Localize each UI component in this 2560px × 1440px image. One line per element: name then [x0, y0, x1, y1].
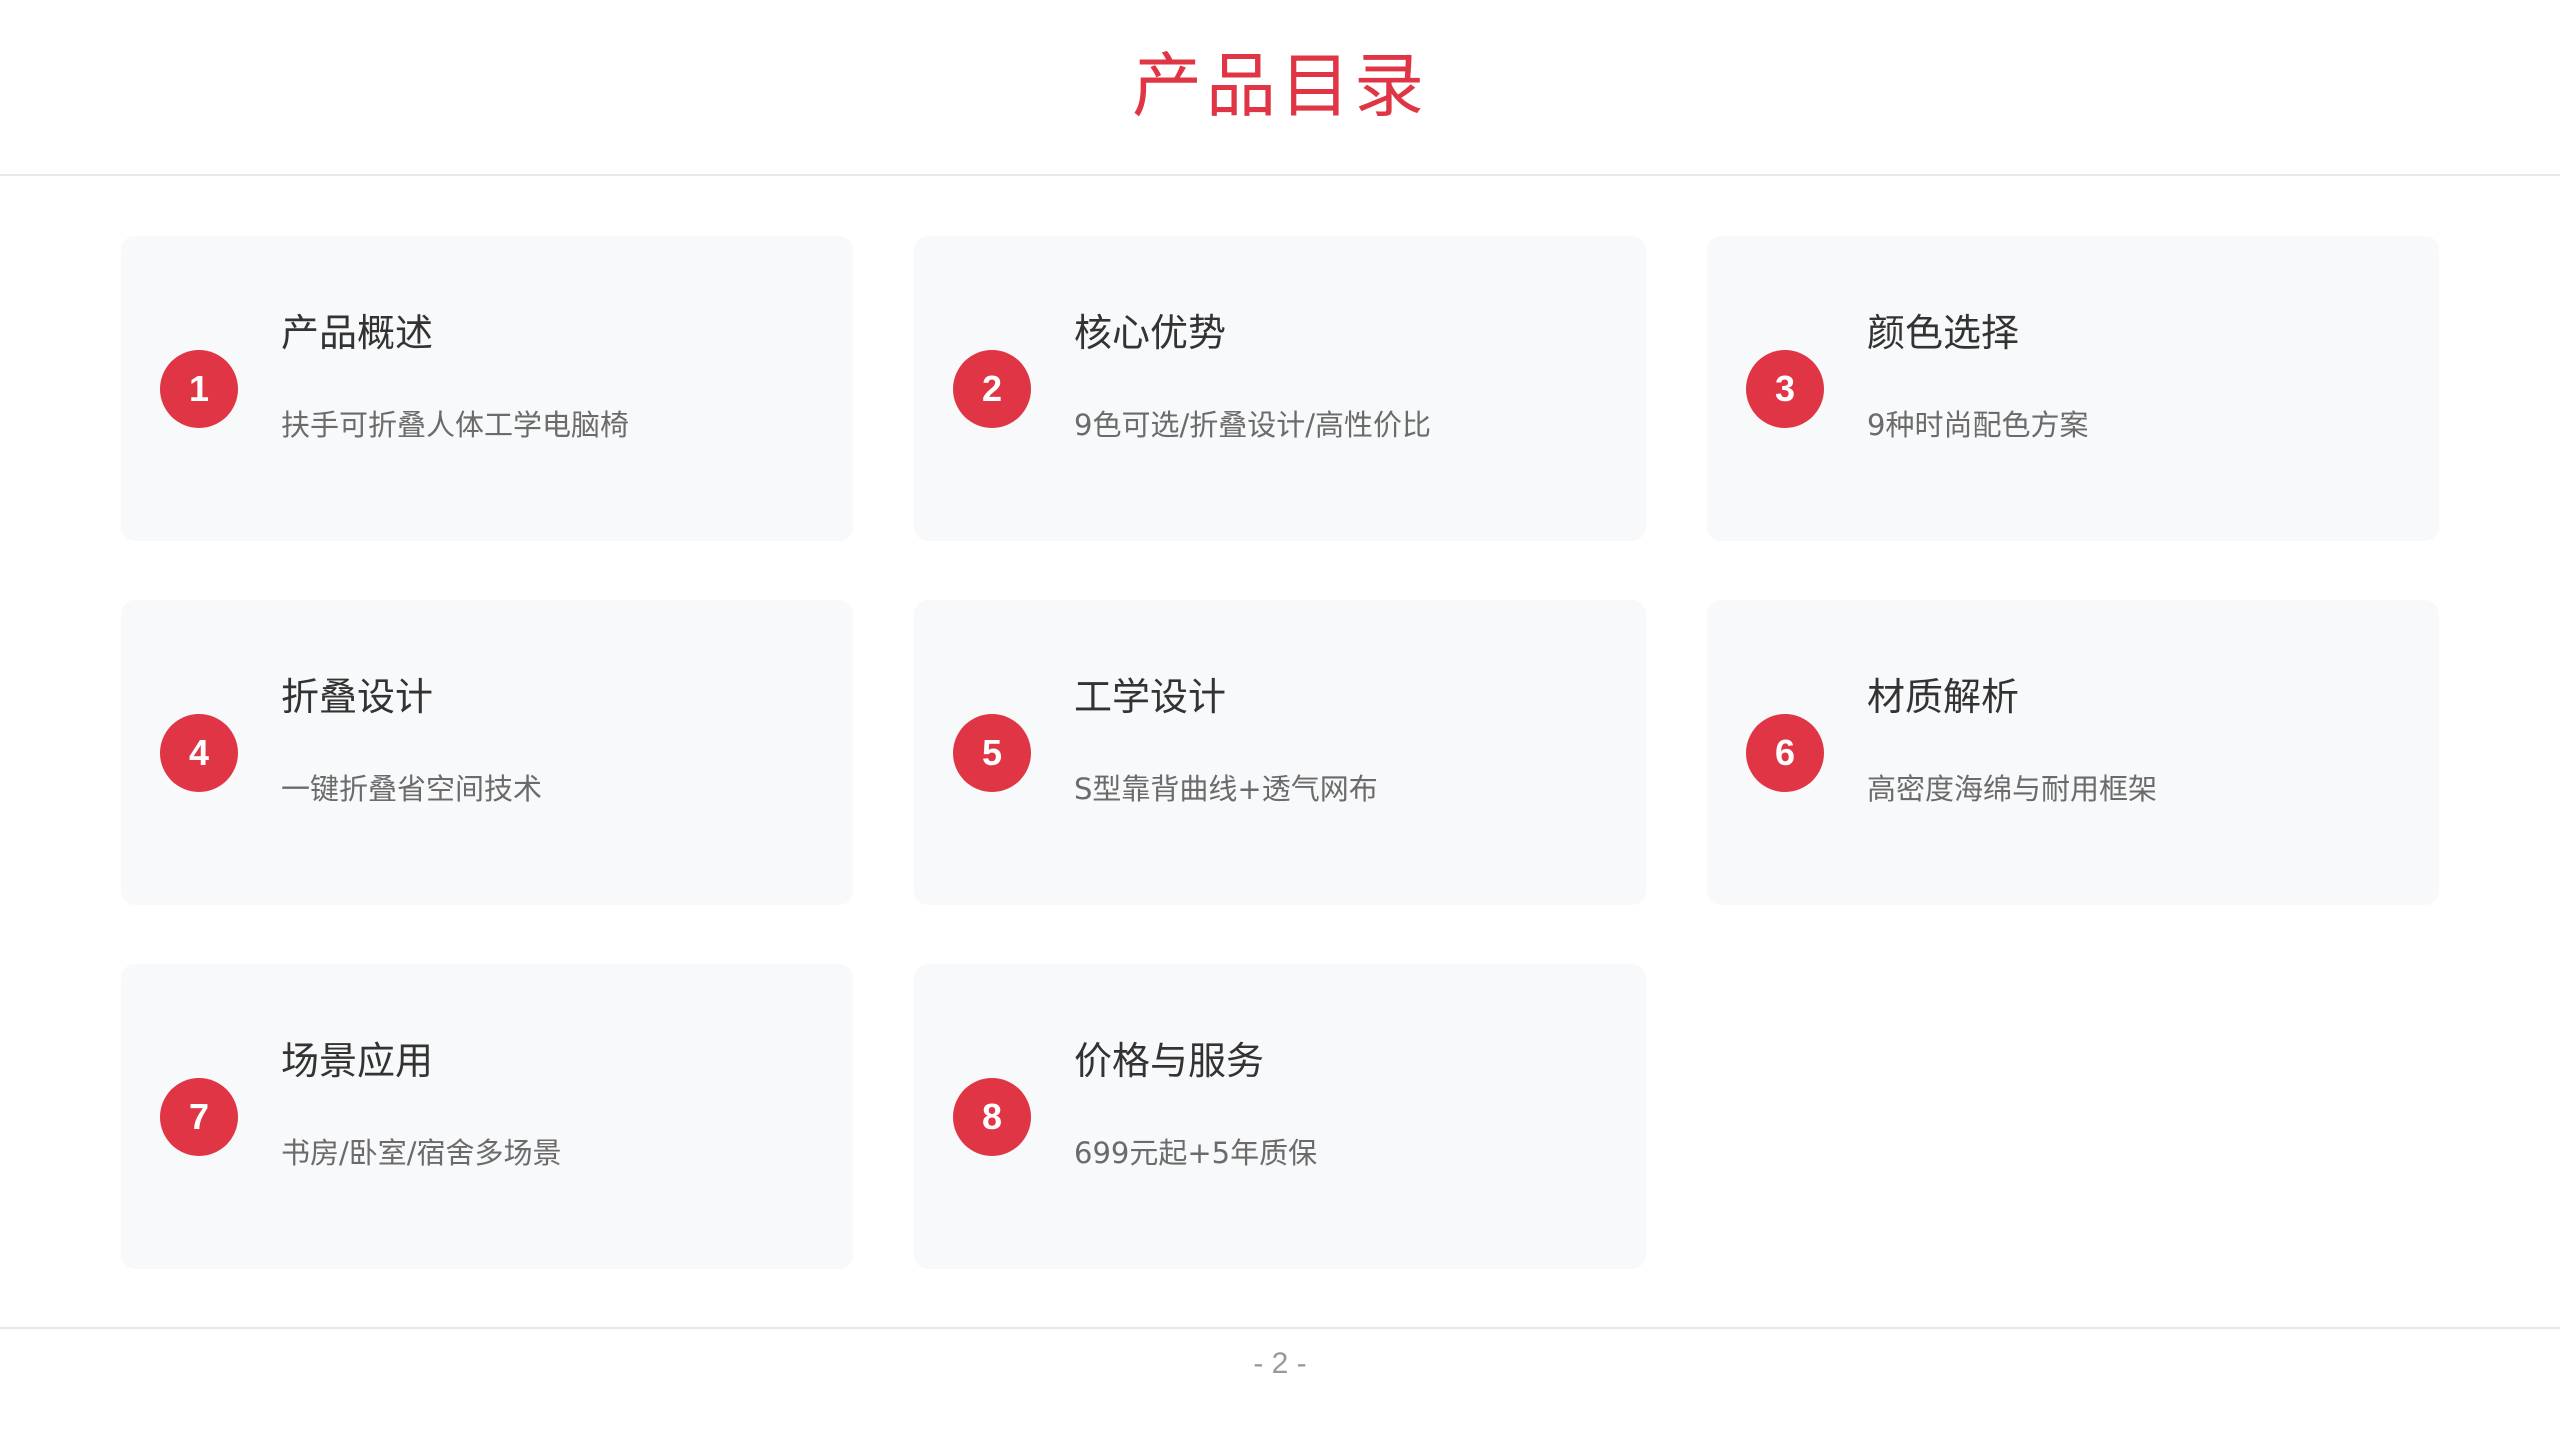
card-title: 价格与服务: [1074, 1039, 1265, 1083]
catalog-card-1[interactable]: 1 产品概述 扶手可折叠人体工学电脑椅: [121, 236, 853, 541]
page-title: 产品目录: [1132, 44, 1428, 127]
number-badge: 4: [160, 714, 238, 792]
number-badge: 8: [953, 1078, 1031, 1156]
catalog-card-3[interactable]: 3 颜色选择 9种时尚配色方案: [1707, 236, 2439, 541]
number-badge: 3: [1746, 350, 1824, 428]
page: 产品目录 1 产品概述 扶手可折叠人体工学电脑椅 2 核心优势 9色可选/折叠设…: [0, 0, 2560, 1440]
card-description: 一键折叠省空间技术: [281, 772, 543, 806]
card-description: 699元起+5年质保: [1074, 1136, 1318, 1170]
card-description: 9色可选/折叠设计/高性价比: [1074, 408, 1431, 442]
card-description: 扶手可折叠人体工学电脑椅: [281, 408, 630, 442]
catalog-grid: 1 产品概述 扶手可折叠人体工学电脑椅 2 核心优势 9色可选/折叠设计/高性价…: [121, 236, 2441, 1269]
card-title: 场景应用: [281, 1039, 434, 1083]
page-number: - 2 -: [1253, 1346, 1307, 1380]
card-title: 颜色选择: [1867, 311, 2020, 355]
catalog-card-4[interactable]: 4 折叠设计 一键折叠省空间技术: [121, 600, 853, 905]
catalog-card-7[interactable]: 7 场景应用 书房/卧室/宿舍多场景: [121, 964, 853, 1269]
footer: - 2 -: [0, 1327, 2560, 1440]
number-badge: 2: [953, 350, 1031, 428]
catalog-card-8[interactable]: 8 价格与服务 699元起+5年质保: [914, 964, 1646, 1269]
card-title: 核心优势: [1074, 311, 1227, 355]
card-description: 高密度海绵与耐用框架: [1867, 772, 2158, 806]
card-description: 9种时尚配色方案: [1867, 408, 2089, 442]
card-description: 书房/卧室/宿舍多场景: [281, 1136, 562, 1170]
number-badge: 5: [953, 714, 1031, 792]
number-badge: 1: [160, 350, 238, 428]
catalog-card-5[interactable]: 5 工学设计 S型靠背曲线+透气网布: [914, 600, 1646, 905]
catalog-card-6[interactable]: 6 材质解析 高密度海绵与耐用框架: [1707, 600, 2439, 905]
card-description: S型靠背曲线+透气网布: [1074, 772, 1378, 806]
number-badge: 7: [160, 1078, 238, 1156]
catalog-card-2[interactable]: 2 核心优势 9色可选/折叠设计/高性价比: [914, 236, 1646, 541]
card-title: 折叠设计: [281, 675, 434, 719]
number-badge: 6: [1746, 714, 1824, 792]
header: 产品目录: [0, 0, 2560, 176]
card-title: 材质解析: [1867, 675, 2020, 719]
card-title: 工学设计: [1074, 675, 1227, 719]
card-title: 产品概述: [281, 311, 434, 355]
